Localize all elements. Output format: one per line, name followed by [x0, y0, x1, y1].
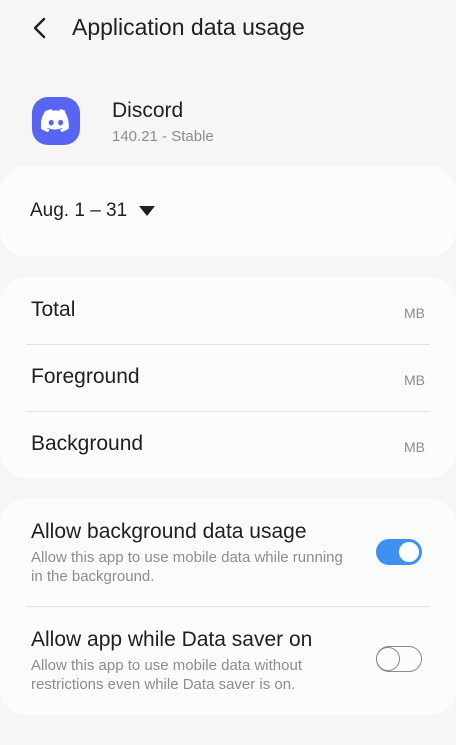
data-saver-toggle[interactable] — [375, 646, 422, 672]
settings-card: Allow background data usage Allow this a… — [0, 499, 456, 715]
usage-unit: MB — [404, 372, 425, 388]
usage-label: Foreground — [31, 365, 140, 388]
back-chevron-icon — [33, 17, 46, 39]
toggle-knob — [397, 540, 421, 564]
date-range-card: Aug. 1 – 31 — [0, 166, 456, 256]
usage-label: Total — [31, 298, 76, 321]
usage-label: Background — [31, 432, 144, 455]
discord-logo-icon — [32, 97, 80, 145]
usage-row-background[interactable]: Background MB — [0, 411, 456, 478]
app-name: Discord — [112, 99, 184, 122]
background-data-toggle[interactable] — [376, 539, 422, 565]
usage-row-total[interactable]: Total MB — [0, 277, 456, 344]
toggle-knob — [375, 647, 400, 671]
setting-data-saver[interactable]: Allow app while Data saver on Allow this… — [0, 606, 456, 715]
setting-title: Allow background data usage — [31, 520, 307, 543]
dropdown-arrow-icon — [139, 206, 156, 216]
page-title: Application data usage — [72, 14, 305, 40]
date-range-dropdown[interactable]: Aug. 1 – 31 — [30, 200, 156, 222]
usage-row-foreground[interactable]: Foreground MB — [0, 344, 456, 411]
usage-unit: MB — [404, 305, 425, 321]
header: Application data usage — [0, 0, 456, 56]
setting-background-data[interactable]: Allow background data usage Allow this a… — [0, 499, 456, 606]
app-data-usage-screen: Application data usage Discord 140.21 - … — [0, 0, 456, 745]
usage-unit: MB — [404, 439, 425, 455]
setting-description: Allow this app to use mobile data while … — [31, 549, 343, 585]
setting-description: Allow this app to use mobile data withou… — [31, 657, 302, 693]
usage-card: Total MB Foreground MB Background MB — [0, 277, 456, 478]
app-info: Discord 140.21 - Stable — [0, 88, 456, 154]
date-range-label: Aug. 1 – 31 — [30, 200, 128, 221]
app-version: 140.21 - Stable — [112, 128, 214, 145]
back-button[interactable] — [22, 10, 58, 46]
setting-title: Allow app while Data saver on — [31, 628, 313, 651]
